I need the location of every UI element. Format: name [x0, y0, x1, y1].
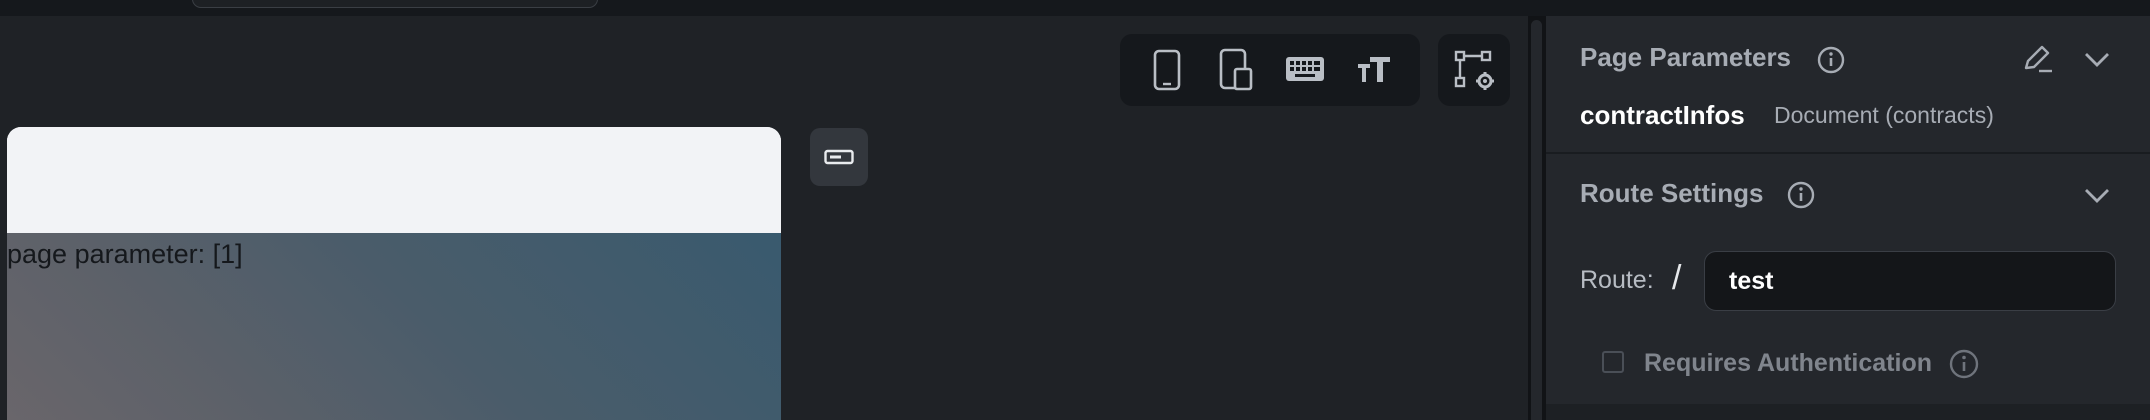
phone-icon — [1153, 49, 1180, 91]
phone-body: page parameter: [1] — [7, 233, 781, 420]
page-parameter-text[interactable]: page parameter: [1] — [7, 239, 243, 270]
text-scale-button[interactable] — [1346, 42, 1402, 98]
info-icon[interactable] — [1816, 45, 1846, 75]
properties-panel: Page Parameters contractInfos Document (… — [1546, 16, 2150, 420]
device-toolbar — [1120, 34, 1420, 106]
flow-toolbar — [1438, 34, 1510, 106]
chevron-down-icon[interactable] — [2082, 182, 2112, 208]
info-icon[interactable] — [1786, 180, 1816, 210]
tablet-preview-button[interactable] — [1208, 42, 1264, 98]
keyboard-icon — [1285, 57, 1324, 81]
widget-bar-icon — [824, 149, 854, 165]
parameter-type: Document (contracts) — [1774, 102, 1994, 128]
text-size-icon — [1357, 57, 1390, 82]
edit-pencil-icon[interactable] — [2020, 42, 2054, 76]
keyboard-preview-button[interactable] — [1277, 42, 1333, 98]
phone-app-bar — [7, 127, 781, 233]
top-search-field[interactable] — [192, 0, 598, 8]
page-parameters-section: Page Parameters contractInfos Document (… — [1546, 16, 2150, 154]
info-icon[interactable] — [1948, 348, 1980, 380]
route-slash: / — [1672, 259, 1682, 297]
page-parameters-title[interactable]: Page Parameters — [1580, 42, 1791, 73]
parameter-name: contractInfos — [1580, 100, 1745, 130]
widget-tree-button[interactable] — [810, 128, 868, 186]
phone-preview-button[interactable] — [1139, 42, 1195, 98]
phone-preview[interactable]: page parameter: [1] — [7, 127, 781, 420]
requires-authentication-checkbox[interactable] — [1602, 351, 1624, 373]
chevron-down-icon[interactable] — [2082, 46, 2112, 72]
panel-resize-handle[interactable] — [1528, 16, 1546, 420]
route-input[interactable]: test — [1704, 251, 2116, 311]
route-label: Route: — [1580, 266, 1654, 294]
tablet-icon — [1219, 48, 1252, 91]
requires-authentication-label: Requires Authentication — [1644, 349, 1932, 377]
flow-settings-button[interactable] — [1446, 42, 1502, 98]
route-settings-title[interactable]: Route Settings — [1580, 178, 1763, 209]
flow-settings-icon — [1454, 50, 1494, 90]
panel-bottom-strip — [1546, 404, 2150, 420]
top-bar — [0, 0, 2150, 16]
